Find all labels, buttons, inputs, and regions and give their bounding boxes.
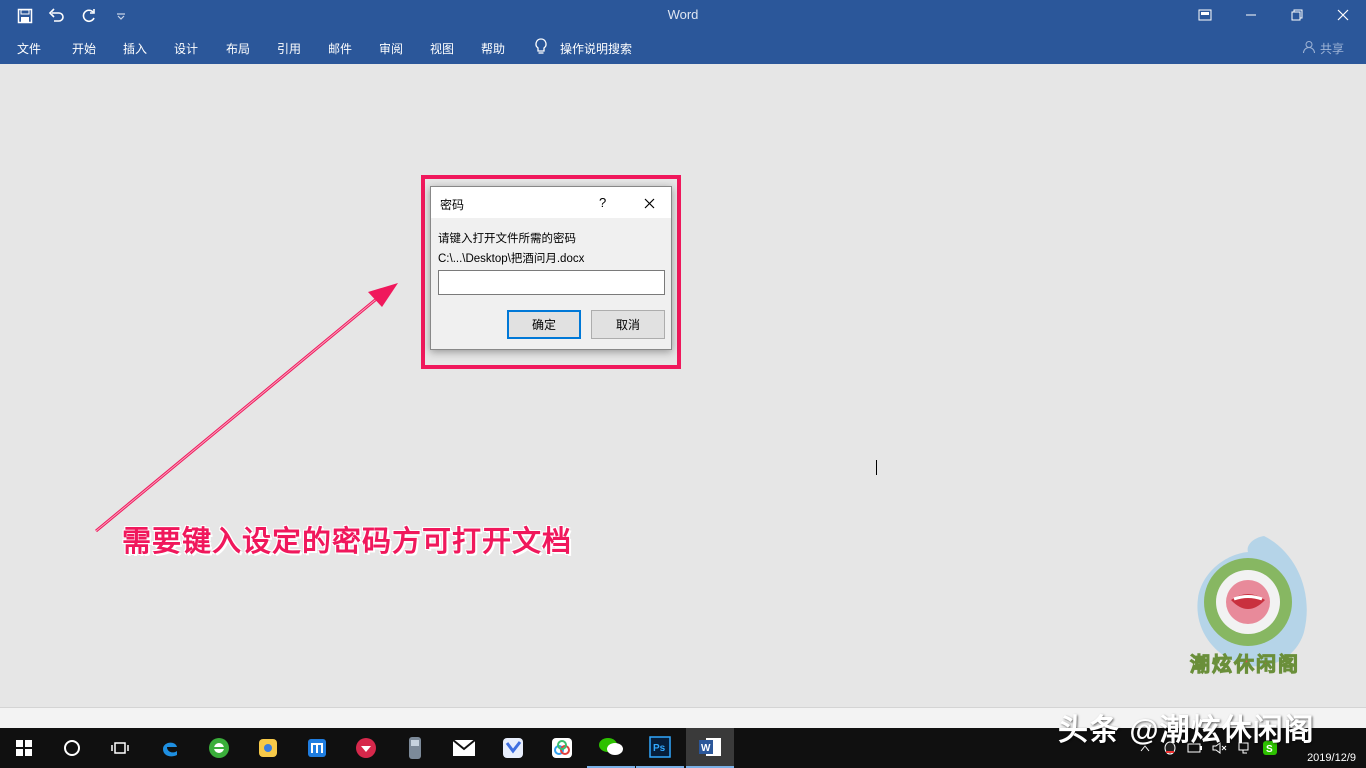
maxthon-icon[interactable] [293, 728, 341, 768]
dialog-title: 密码 [440, 198, 465, 212]
app-store-icon[interactable] [244, 728, 292, 768]
ribbon-display-icon[interactable] [1182, 0, 1228, 30]
cancel-button[interactable]: 取消 [591, 310, 665, 339]
tab-design[interactable]: 设计 [174, 40, 198, 57]
wechat-icon[interactable] [587, 728, 635, 768]
toutiao-watermark: 头条 @潮炫休闲阁 [1058, 714, 1315, 747]
tell-me-search[interactable]: 操作说明搜索 [560, 40, 632, 57]
password-dialog: 密码 ? 请键入打开文件所需的密码 C:\...\Desktop\把酒问月.do… [430, 186, 877, 475]
tab-layout[interactable]: 布局 [226, 40, 250, 57]
watermark-text: 潮炫休闲阁 [1190, 654, 1300, 677]
share-button[interactable]: 共享 [1302, 40, 1344, 57]
ribbon-tabs: 文件 开始 插入 设计 布局 引用 邮件 审阅 视图 帮助 操作说明搜索 共享 [0, 33, 1366, 64]
feishu-icon[interactable] [489, 728, 537, 768]
title-bar: Word [0, 0, 1366, 33]
disk-icon[interactable] [391, 728, 439, 768]
360-browser-icon[interactable] [195, 728, 243, 768]
app-title: Word [667, 7, 699, 22]
ok-button[interactable]: 确定 [507, 310, 581, 339]
document-area [0, 64, 1366, 707]
annotation-caption: 需要键入设定的密码方可打开文档 [122, 524, 573, 558]
task-view-icon[interactable] [96, 728, 144, 768]
wps-icon[interactable] [342, 728, 390, 768]
help-button[interactable]: ? [599, 195, 606, 210]
photoshop-icon[interactable]: Ps [636, 728, 684, 768]
mail-icon[interactable] [440, 728, 488, 768]
password-prompt: 请键入打开文件所需的密码 [438, 233, 576, 245]
file-path: C:\...\Desktop\把酒问月.docx [438, 253, 585, 265]
baidu-netdisk-icon[interactable] [538, 728, 586, 768]
person-icon [1302, 40, 1316, 57]
tab-file[interactable]: 文件 [17, 40, 41, 57]
text-caret [876, 460, 877, 475]
cortana-icon[interactable] [48, 728, 96, 768]
window-controls [1182, 0, 1366, 33]
tab-help[interactable]: 帮助 [481, 40, 505, 57]
start-icon[interactable] [0, 728, 48, 768]
tab-review[interactable]: 审阅 [379, 40, 403, 57]
minimize-icon[interactable] [1228, 0, 1274, 30]
tab-insert[interactable]: 插入 [123, 40, 147, 57]
password-input[interactable] [438, 270, 665, 295]
edge-icon[interactable] [146, 728, 194, 768]
close-icon[interactable] [1320, 0, 1366, 30]
dialog-close-icon[interactable] [639, 193, 659, 213]
word-icon[interactable]: W [686, 728, 734, 768]
dialog-header: 密码 ? [431, 187, 671, 218]
tab-mailings[interactable]: 邮件 [328, 40, 352, 57]
svg-text:Ps: Ps [653, 743, 666, 754]
taskbar-date[interactable]: 2019/12/9 [1307, 752, 1356, 764]
tab-home[interactable]: 开始 [72, 40, 96, 57]
svg-text:W: W [701, 743, 711, 754]
tab-references[interactable]: 引用 [277, 40, 301, 57]
tab-view[interactable]: 视图 [430, 40, 454, 57]
share-label: 共享 [1319, 42, 1344, 56]
restore-icon[interactable] [1274, 0, 1320, 30]
lightbulb-icon [534, 38, 548, 59]
